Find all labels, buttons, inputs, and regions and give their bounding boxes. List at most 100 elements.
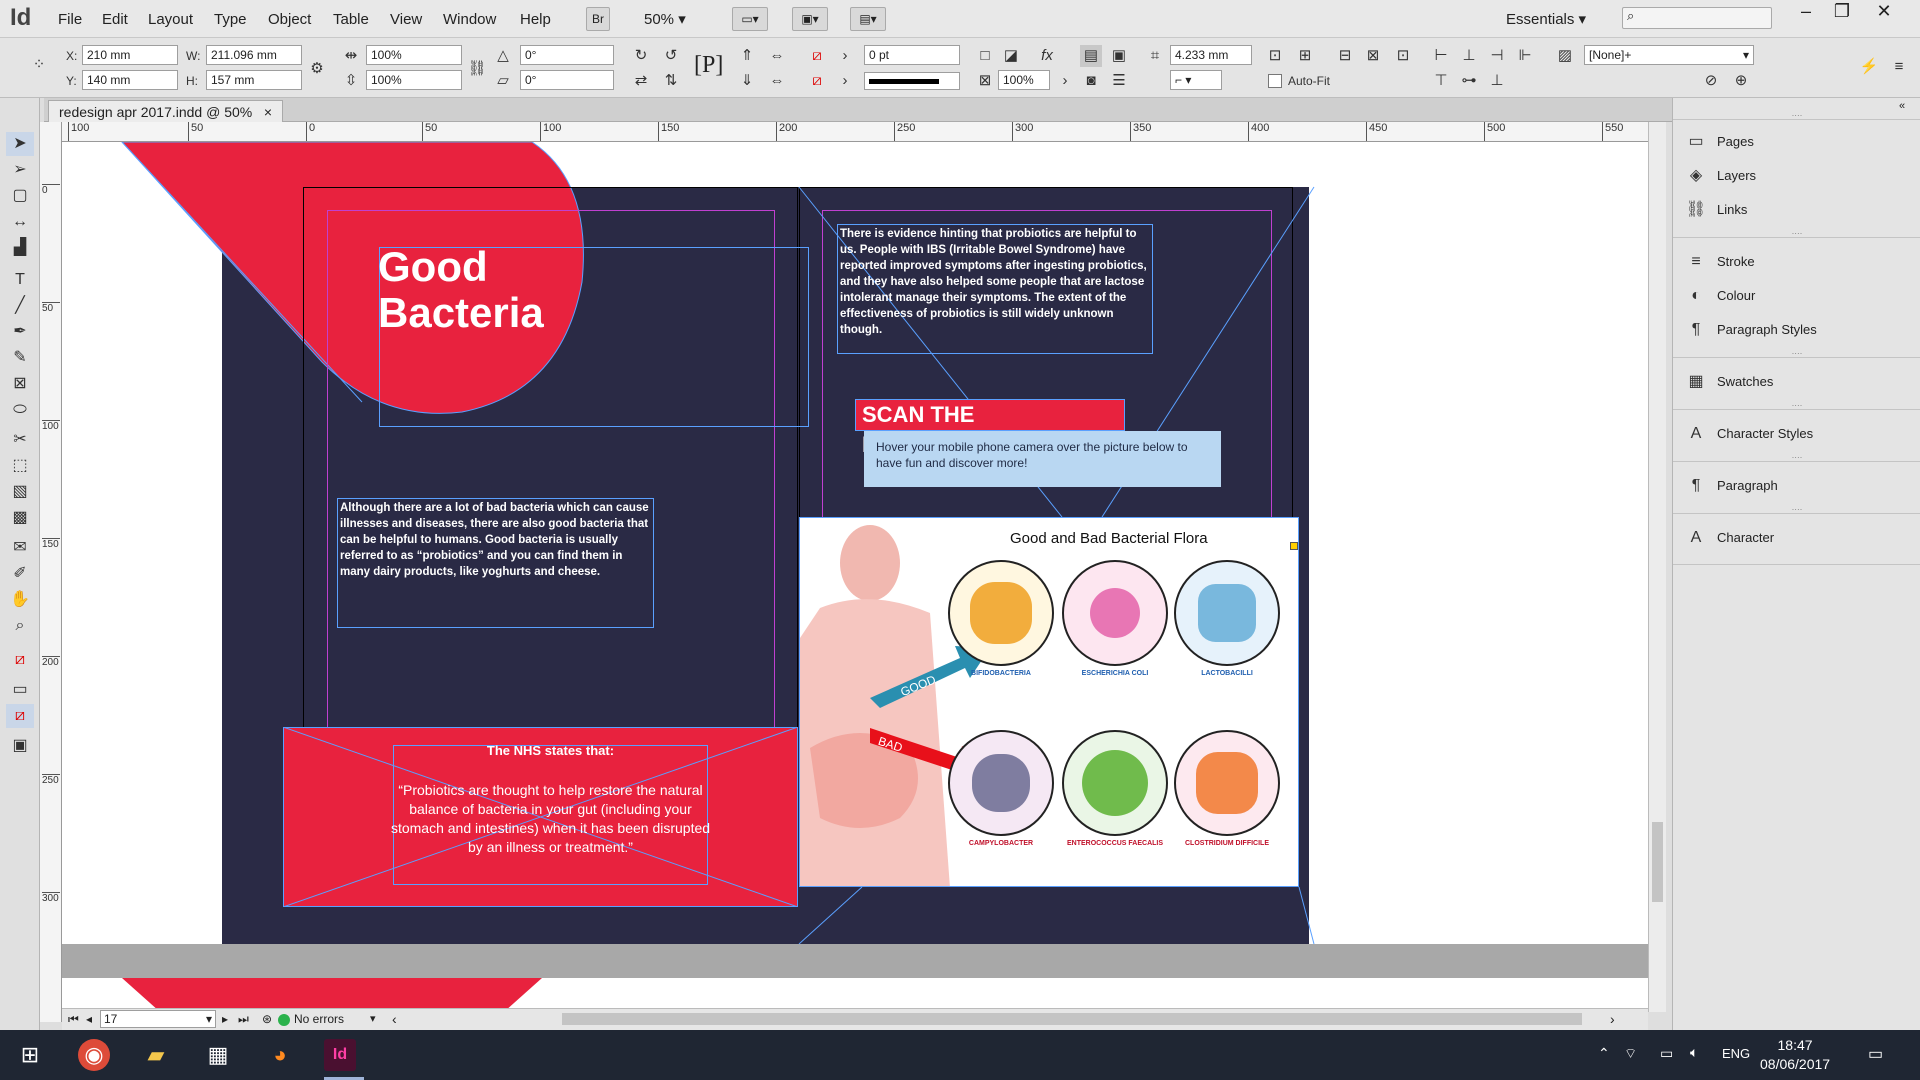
volume-icon[interactable]: 🔈︎ bbox=[1690, 1044, 1698, 1061]
rotate-ccw-icon[interactable]: ↺ bbox=[660, 45, 682, 67]
panel-group-grip[interactable]: ‥‥ bbox=[1673, 452, 1920, 462]
gradient-swatch-tool-icon[interactable]: ▧ bbox=[6, 480, 34, 504]
left-body-text[interactable]: Although there are a lot of bad bacteria… bbox=[337, 498, 654, 628]
h-field[interactable]: 157 mm bbox=[206, 70, 302, 90]
new-style-icon[interactable]: ⊕ bbox=[1730, 70, 1752, 92]
preflight-profile-icon[interactable]: ⊛ bbox=[262, 1012, 272, 1026]
frame-handle[interactable] bbox=[1290, 542, 1298, 550]
center-content-icon[interactable]: ⊡ bbox=[1392, 45, 1414, 67]
document-tab[interactable]: redesign apr 2017.indd @ 50% × bbox=[48, 100, 284, 122]
panel-group-grip[interactable]: ‥‥ bbox=[1673, 110, 1920, 120]
stroke-weight-field[interactable]: 0 pt bbox=[864, 45, 960, 65]
fill-stroke-swatch-icon[interactable]: ⧄ bbox=[6, 648, 34, 672]
rotate-cw-icon[interactable]: ↻ bbox=[630, 45, 652, 67]
menu-edit[interactable]: Edit bbox=[102, 11, 128, 28]
formatting-affects-container-icon[interactable]: ▭ bbox=[6, 678, 34, 702]
scan-infographic-banner[interactable]: SCAN THE INFOGRAPHIC! bbox=[855, 399, 1125, 457]
path-direction-icon[interactable]: [P] bbox=[694, 52, 723, 79]
scroll-right-icon[interactable]: › bbox=[1610, 1011, 1615, 1027]
content-collector-icon[interactable]: ▟ bbox=[6, 236, 34, 260]
line-tool-icon[interactable]: ╱ bbox=[6, 294, 34, 318]
panel-group-grip[interactable]: ‥‥ bbox=[1673, 504, 1920, 514]
ellipse-tool-icon[interactable]: ⬭ bbox=[6, 398, 34, 422]
align-right-icon[interactable]: ⊣ bbox=[1486, 45, 1508, 67]
gap-field[interactable]: 4.233 mm bbox=[1170, 45, 1252, 65]
clear-overrides-icon[interactable]: ⊘ bbox=[1700, 70, 1722, 92]
fit-proportionally-icon[interactable]: ⊠ bbox=[1362, 45, 1384, 67]
stroke-arrow-icon[interactable]: › bbox=[834, 70, 856, 92]
pencil-tool-icon[interactable]: ✎ bbox=[6, 346, 34, 370]
direct-selection-tool-icon[interactable]: ➢ bbox=[6, 158, 34, 182]
free-transform-tool-icon[interactable]: ⬚ bbox=[6, 454, 34, 478]
type-tool-icon[interactable]: T bbox=[6, 268, 34, 292]
align-middle-icon[interactable]: ⊶ bbox=[1458, 70, 1480, 92]
gradient-feather-tool-icon[interactable]: ▩ bbox=[6, 506, 34, 530]
screen-mode-icon[interactable]: ▣ bbox=[6, 734, 34, 758]
align-left-icon[interactable]: ⊢ bbox=[1430, 45, 1452, 67]
vertical-ruler[interactable]: 0 50 100 150 200 250 300 bbox=[40, 122, 62, 1022]
scale-y-field[interactable]: 100% bbox=[366, 70, 462, 90]
note-tool-icon[interactable]: ✉ bbox=[6, 536, 34, 560]
menu-table[interactable]: Table bbox=[333, 11, 369, 28]
panel-menu-icon[interactable]: ≡ bbox=[1888, 56, 1910, 78]
reference-point-icon[interactable]: ⁘ bbox=[28, 54, 50, 76]
show-hidden-icons-icon[interactable]: ⌃ bbox=[1598, 1045, 1610, 1062]
zoom-level[interactable]: 50% ▾ bbox=[644, 10, 686, 28]
infographic-image[interactable]: GOOD BAD Good and Bad Bacterial Flora BI… bbox=[799, 517, 1299, 887]
last-page-button[interactable]: ⏭ bbox=[238, 1012, 249, 1027]
windows-start-icon[interactable]: ⊞ bbox=[14, 1039, 46, 1071]
notifications-icon[interactable]: ▭ bbox=[1868, 1044, 1883, 1064]
menu-help[interactable]: Help bbox=[520, 11, 551, 28]
opacity-field[interactable]: 100% bbox=[998, 70, 1050, 90]
opacity-arrow-icon[interactable]: › bbox=[1054, 70, 1076, 92]
menu-view[interactable]: View bbox=[390, 11, 422, 28]
view-options-button[interactable]: ▭▾ bbox=[732, 7, 768, 31]
vertical-scroll-thumb[interactable] bbox=[1652, 822, 1663, 902]
stroke-type-select[interactable] bbox=[864, 72, 960, 90]
object-style-select[interactable]: [None]+ ▾ bbox=[1584, 45, 1754, 65]
next-page-button[interactable]: ▸ bbox=[222, 1012, 228, 1026]
flip-vertical-icon[interactable]: ⇅ bbox=[660, 70, 682, 92]
indesign-taskbar-icon[interactable]: Id bbox=[324, 1039, 356, 1071]
hover-instruction-text[interactable]: Hover your mobile phone camera over the … bbox=[864, 431, 1221, 487]
flip-icon[interactable]: ⇄ bbox=[630, 70, 652, 92]
panel-group-grip[interactable]: ‥‥ bbox=[1673, 348, 1920, 358]
firefox-icon[interactable]: ◕ bbox=[264, 1039, 296, 1071]
preflight-menu-icon[interactable]: ▾ bbox=[370, 1012, 376, 1025]
document-canvas[interactable]: Good Bacteria Although there are a lot o… bbox=[62, 142, 1648, 944]
search-input[interactable]: ⌕ bbox=[1622, 7, 1772, 29]
page-tool-icon[interactable]: ▢ bbox=[6, 184, 34, 208]
text-wrap-shape-icon[interactable]: ◙ bbox=[1080, 70, 1102, 92]
effects-icon[interactable]: fx bbox=[1036, 45, 1058, 67]
text-wrap-bbox-icon[interactable]: ▣ bbox=[1108, 45, 1130, 67]
close-tab-icon[interactable]: × bbox=[264, 104, 272, 120]
corner-shape-select[interactable]: ⌐ ▾ bbox=[1170, 70, 1222, 90]
menu-type[interactable]: Type bbox=[214, 11, 247, 28]
panel-group-grip[interactable]: ‥‥ bbox=[1673, 400, 1920, 410]
shadow-icon[interactable]: ◪ bbox=[1000, 45, 1022, 67]
menu-window[interactable]: Window bbox=[443, 11, 496, 28]
align-center-icon[interactable]: ⊥ bbox=[1458, 45, 1480, 67]
right-body-text[interactable]: There is evidence hinting that probiotic… bbox=[837, 224, 1153, 354]
select-previous-icon[interactable]: ⇔ bbox=[766, 45, 788, 67]
page-title[interactable]: Good Bacteria bbox=[378, 244, 544, 336]
x-field[interactable]: 210 mm bbox=[82, 45, 178, 65]
link-scale-icon[interactable]: ⛓ bbox=[466, 58, 488, 80]
horizontal-scroll-thumb[interactable] bbox=[562, 1013, 1582, 1025]
w-field[interactable]: 211.096 mm bbox=[206, 45, 302, 65]
fit-frame-icon[interactable]: ⊡ bbox=[1264, 45, 1286, 67]
minimize-button[interactable]: – bbox=[1786, 0, 1826, 24]
close-window-button[interactable]: ✕ bbox=[1864, 0, 1904, 24]
scroll-left-icon[interactable]: ‹ bbox=[392, 1011, 397, 1027]
file-explorer-icon[interactable]: ▰ bbox=[140, 1039, 172, 1071]
lightning-icon[interactable]: ⚡ bbox=[1858, 56, 1880, 78]
drop-shadow-icon[interactable]: □ bbox=[974, 45, 996, 67]
calculator-icon[interactable]: ▦ bbox=[202, 1039, 234, 1071]
select-container-icon[interactable]: ⇑ bbox=[736, 45, 758, 67]
align-top-icon[interactable]: ⊤ bbox=[1430, 70, 1452, 92]
pen-tool-icon[interactable]: ✒ bbox=[6, 320, 34, 344]
language-indicator[interactable]: ENG bbox=[1722, 1046, 1750, 1061]
prev-page-button[interactable]: ◂ bbox=[86, 1012, 92, 1026]
shear-field[interactable]: 0° bbox=[520, 70, 614, 90]
network-icon[interactable]: ⌔ bbox=[1624, 1045, 1637, 1063]
